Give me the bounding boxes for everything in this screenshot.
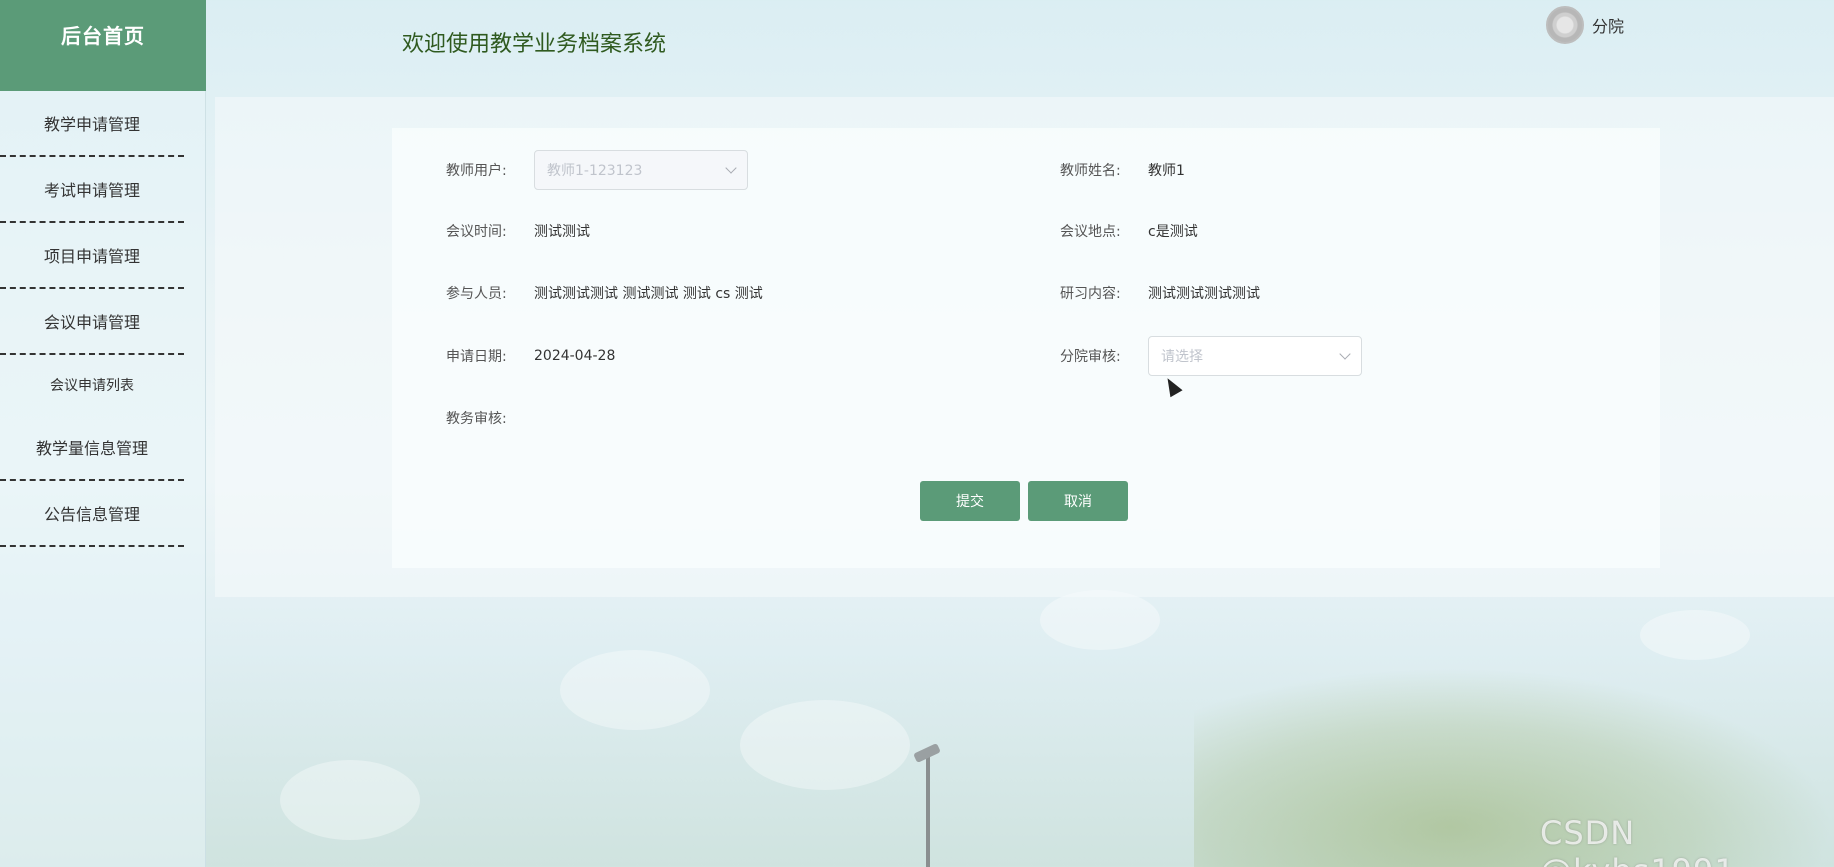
participants-field: 参与人员: 测试测试测试 测试测试 测试 cs 测试 bbox=[446, 273, 763, 313]
sidebar-item-meeting-apply[interactable]: 会议申请管理 bbox=[0, 289, 184, 355]
branch-review-field: 分院审核: 请选择 bbox=[1060, 336, 1362, 376]
teacher-user-value: 教师1-123123 bbox=[547, 163, 643, 179]
meeting-place-value: c是测试 bbox=[1148, 224, 1198, 240]
submit-button[interactable]: 提交 bbox=[920, 481, 1020, 521]
meeting-time-field: 会议时间: 测试测试 bbox=[446, 211, 590, 251]
sidebar-item-exam-apply[interactable]: 考试申请管理 bbox=[0, 157, 184, 223]
branch-review-label: 分院审核: bbox=[1060, 349, 1121, 365]
meeting-place-field: 会议地点: c是测试 bbox=[1060, 211, 1198, 251]
sidebar-item-project-apply[interactable]: 项目申请管理 bbox=[0, 223, 184, 289]
sidebar-item-notice[interactable]: 公告信息管理 bbox=[0, 481, 184, 547]
sidebar-item-workload[interactable]: 教学量信息管理 bbox=[0, 415, 184, 481]
cancel-button[interactable]: 取消 bbox=[1028, 481, 1128, 521]
watermark: CSDN @kybs1991 bbox=[1540, 814, 1735, 867]
meeting-time-label: 会议时间: bbox=[446, 224, 507, 240]
user-name: 分院 bbox=[1592, 17, 1625, 36]
teacher-user-label: 教师用户: bbox=[446, 163, 507, 179]
apply-date-label: 申请日期: bbox=[446, 349, 507, 365]
user-menu[interactable]: 分院 bbox=[1546, 6, 1624, 44]
sidebar-subitem-meeting-list[interactable]: 会议申请列表 bbox=[0, 355, 184, 415]
teacher-name-field: 教师姓名: 教师1 bbox=[1060, 150, 1185, 190]
branch-review-select[interactable]: 请选择 bbox=[1148, 336, 1362, 376]
background-bokeh bbox=[1040, 590, 1160, 650]
chevron-down-icon bbox=[1339, 348, 1351, 360]
branch-review-placeholder: 请选择 bbox=[1161, 349, 1203, 365]
content-label: 研习内容: bbox=[1060, 286, 1121, 302]
participants-label: 参与人员: bbox=[446, 286, 507, 302]
avatar[interactable] bbox=[1546, 6, 1584, 44]
background-bokeh bbox=[280, 760, 420, 840]
background-lamp-pole bbox=[926, 752, 930, 867]
teacher-name-label: 教师姓名: bbox=[1060, 163, 1121, 179]
sidebar-menu: 教学申请管理 考试申请管理 项目申请管理 会议申请管理 会议申请列表 教学量信息… bbox=[0, 91, 205, 547]
teacher-name-value: 教师1 bbox=[1148, 163, 1185, 179]
background-bokeh bbox=[740, 700, 910, 790]
teacher-user-field: 教师用户: 教师1-123123 bbox=[446, 150, 748, 190]
meeting-place-label: 会议地点: bbox=[1060, 224, 1121, 240]
apply-date-value: 2024-04-28 bbox=[534, 348, 616, 364]
academic-review-field: 教务审核: bbox=[446, 398, 534, 438]
brand-label: 后台首页 bbox=[61, 24, 145, 48]
content-field: 研习内容: 测试测试测试测试 bbox=[1060, 273, 1260, 313]
chevron-down-icon bbox=[725, 162, 737, 174]
apply-date-field: 申请日期: 2024-04-28 bbox=[446, 336, 615, 376]
background-bokeh bbox=[560, 650, 710, 730]
page-title: 欢迎使用教学业务档案系统 bbox=[402, 32, 667, 57]
academic-review-label: 教务审核: bbox=[446, 411, 507, 427]
teacher-user-select[interactable]: 教师1-123123 bbox=[534, 150, 748, 190]
sidebar-item-teaching-apply[interactable]: 教学申请管理 bbox=[0, 91, 184, 157]
home-link[interactable]: 后台首页 bbox=[0, 0, 206, 91]
participants-value: 测试测试测试 测试测试 测试 cs 测试 bbox=[534, 286, 763, 302]
background-bokeh bbox=[1640, 610, 1750, 660]
meeting-time-value: 测试测试 bbox=[534, 224, 590, 240]
sidebar: 后台首页 教学申请管理 考试申请管理 项目申请管理 会议申请管理 会议申请列表 … bbox=[0, 0, 206, 867]
content-value: 测试测试测试测试 bbox=[1148, 286, 1260, 302]
